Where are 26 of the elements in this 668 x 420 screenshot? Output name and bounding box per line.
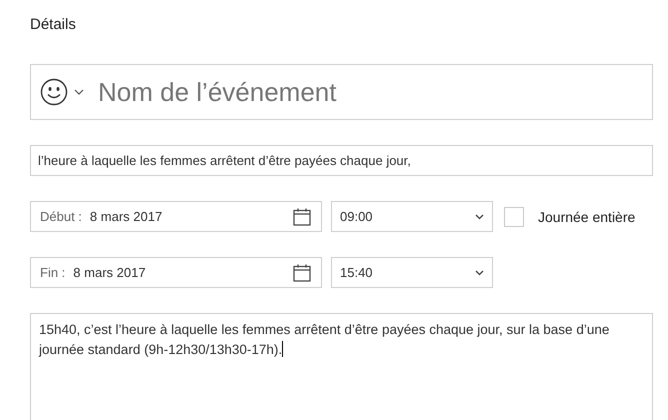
event-name-field[interactable]: Nom de l’événement [30, 64, 653, 120]
calendar-icon[interactable] [293, 264, 311, 282]
notes-text: 15h40, c’est l’heure à laquelle les femmes arrêtent d’être payées chaque jour, sur la base d’une journée standard (9h-12h30/13h30-17h). [39, 321, 610, 359]
time-dropdown[interactable]: 09:00 [331, 201, 493, 232]
time-value: 09:00 [340, 209, 373, 224]
all-day-label: Journée entière [538, 208, 636, 224]
section-title: Détails [30, 15, 77, 35]
time-value: 15:40 [340, 265, 373, 280]
chevron-down-icon [475, 270, 484, 276]
event-name-input[interactable]: Nom de l’événement [98, 76, 652, 108]
location-field[interactable]: l’heure à laquelle les femmes arrêtent d’être payées chaque jour, [30, 145, 653, 176]
chevron-down-icon [74, 89, 84, 95]
date-field[interactable]: Fin : 8 mars 2017 [30, 257, 322, 288]
smiley-icon [40, 78, 68, 106]
location-value: l’heure à laquelle les femmes arrêtent d’être payées chaque jour, [38, 153, 411, 168]
emoji-picker-button[interactable] [40, 78, 84, 106]
all-day-checkbox[interactable] [504, 206, 524, 226]
date-label: Début : [40, 209, 82, 224]
time-dropdown[interactable]: 15:40 [331, 257, 493, 288]
chevron-down-icon [475, 214, 484, 220]
notes-field[interactable]: 15h40, c’est l’heure à laquelle les femmes arrêtent d’être payées chaque jour, sur la base d’une journée standard (9h-12h30/13h30-17h). [30, 313, 653, 420]
date-field[interactable]: Début : 8 mars 2017 [30, 201, 322, 232]
date-value: 8 mars 2017 [90, 209, 162, 224]
date-value: 8 mars 2017 [73, 265, 146, 280]
calendar-icon[interactable] [293, 208, 311, 226]
date-label: Fin : [40, 265, 66, 280]
